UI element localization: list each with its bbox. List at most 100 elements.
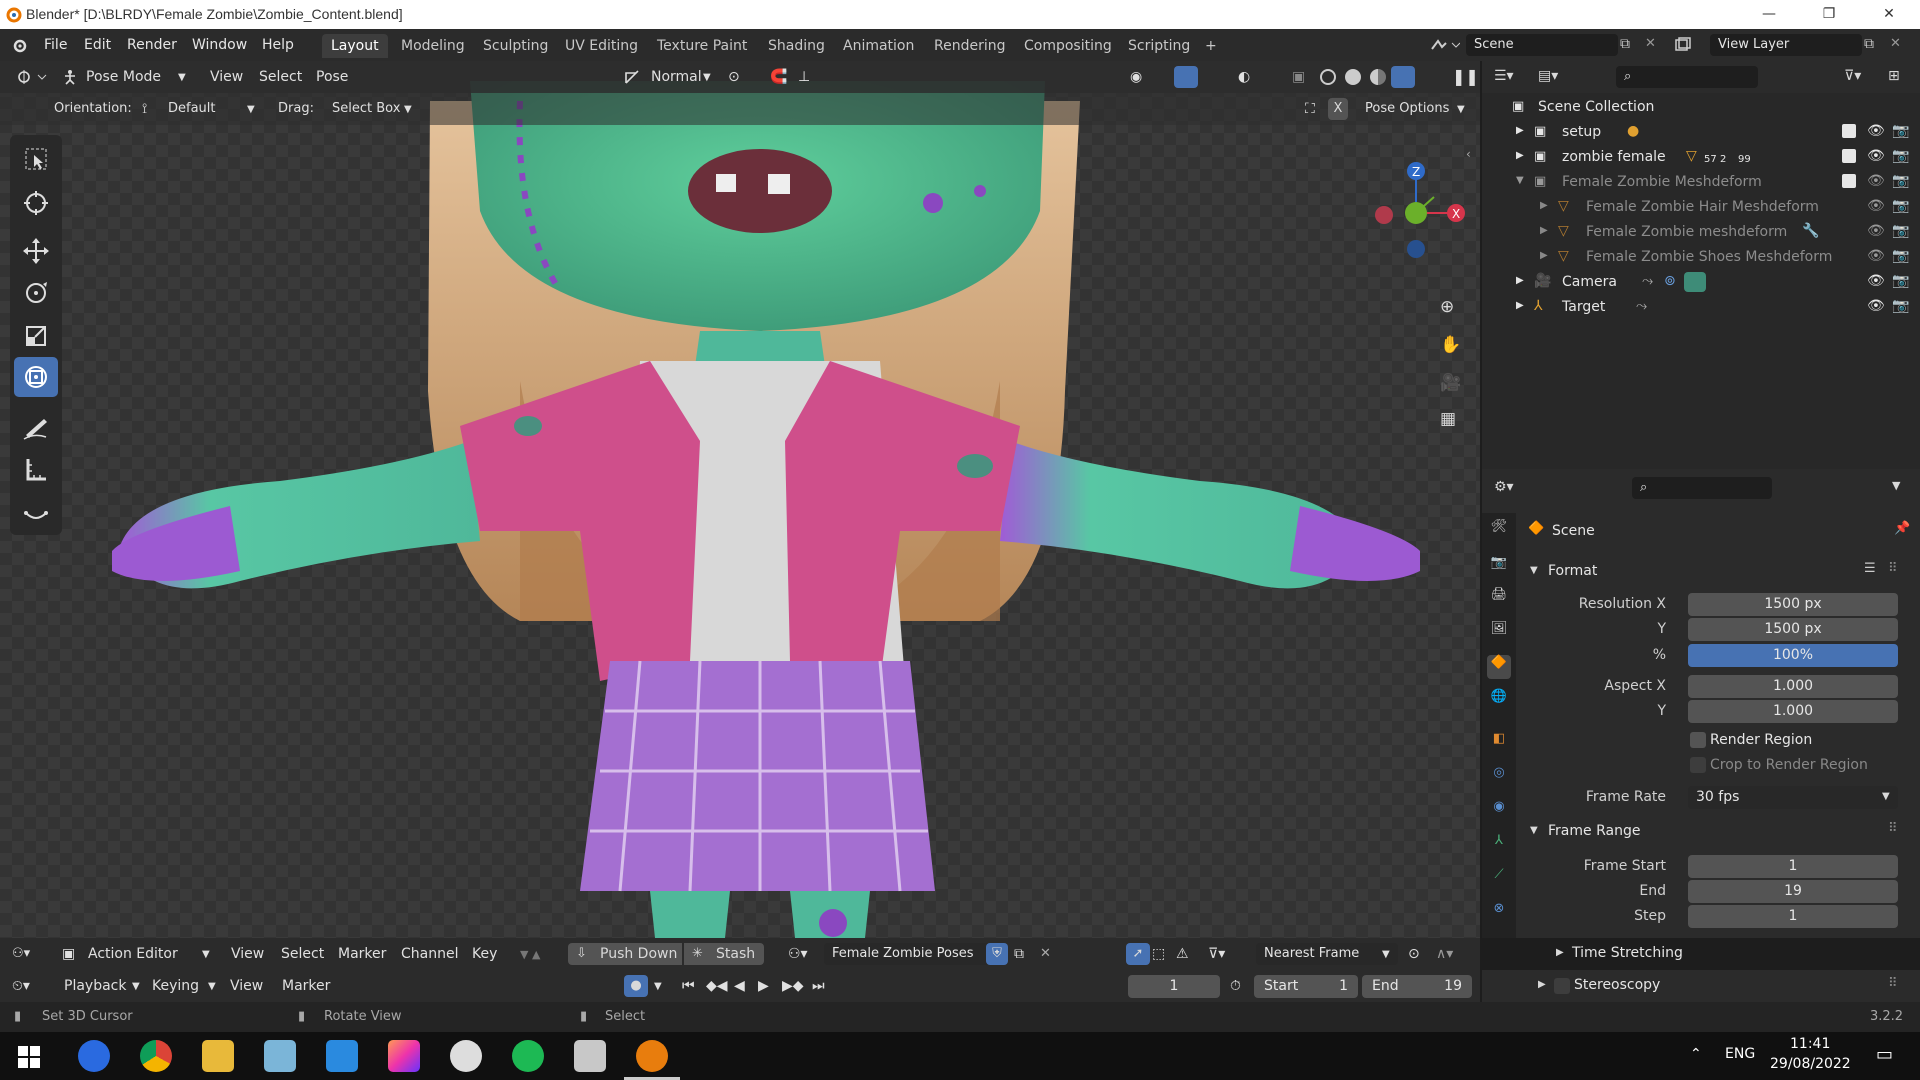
- tray-expand-icon[interactable]: ⌃: [1690, 1046, 1702, 1062]
- world-tab-icon[interactable]: 🌐: [1487, 689, 1511, 713]
- zoom-icon[interactable]: ⊕: [1440, 297, 1454, 317]
- include-checkbox[interactable]: [1842, 124, 1856, 138]
- frame-end-field[interactable]: 19: [1688, 880, 1898, 903]
- windows-start-icon[interactable]: [18, 1046, 40, 1068]
- chrome-icon[interactable]: [140, 1040, 172, 1072]
- format-panel-title[interactable]: Format: [1548, 563, 1597, 579]
- mirror-x-toggle[interactable]: X: [1328, 98, 1348, 120]
- visibility-selector-icon[interactable]: ◉: [1130, 69, 1142, 85]
- play-reverse-icon[interactable]: ◀: [734, 978, 745, 994]
- outliner-row-target[interactable]: ▶ ⅄ Target ⤳ 👁 📷: [1482, 295, 1920, 320]
- end-frame-field[interactable]: End 19: [1362, 975, 1472, 998]
- aspect-x-field[interactable]: 1.000: [1688, 675, 1898, 698]
- auto-keying-chevron-icon[interactable]: ▼: [654, 981, 662, 992]
- frame-start-field[interactable]: 1: [1688, 855, 1898, 878]
- render-tab-icon[interactable]: 📷: [1487, 555, 1511, 579]
- drag-dropdown[interactable]: Select Box: [332, 101, 400, 116]
- object-data-tab-icon[interactable]: ⅄: [1487, 833, 1511, 857]
- pivot-point-icon[interactable]: ⊙: [728, 69, 740, 85]
- solid-shading-icon[interactable]: [1345, 69, 1361, 85]
- properties-search-input[interactable]: ⌕: [1632, 477, 1772, 499]
- outliner-row-zombie-female[interactable]: ▶ ▣ zombie female ▽ 57 2 99 👁 📷: [1482, 145, 1920, 170]
- tab-layout[interactable]: Layout: [322, 34, 388, 58]
- frame-range-collapse-icon[interactable]: ▼: [1530, 825, 1538, 836]
- outliner-row-meshdeform[interactable]: ▶ ▽ Female Zombie meshdeform 🔧 👁 📷: [1482, 220, 1920, 245]
- bone-roll-tool-icon[interactable]: [14, 495, 58, 535]
- eye-icon[interactable]: 👁: [1867, 273, 1885, 289]
- tab-shading[interactable]: Shading: [759, 34, 834, 58]
- modifier-tab-icon[interactable]: ◎: [1487, 765, 1511, 789]
- include-checkbox[interactable]: [1842, 149, 1856, 163]
- select-box-tool-icon[interactable]: [14, 139, 58, 179]
- mirror-icon[interactable]: ⛶: [1305, 101, 1315, 117]
- render-camera-icon[interactable]: 📷: [1892, 273, 1909, 289]
- printer-app-icon[interactable]: [574, 1040, 606, 1072]
- preview-range-stopwatch-icon[interactable]: ⏱: [1230, 978, 1241, 994]
- scene-selector-icon[interactable]: [1430, 37, 1460, 53]
- render-camera-icon[interactable]: 📷: [1892, 198, 1909, 214]
- resolution-x-field[interactable]: 1500 px: [1688, 593, 1898, 616]
- ae-menu-view[interactable]: View: [231, 946, 264, 962]
- pose-options-chevron-icon[interactable]: ▼: [1457, 104, 1465, 115]
- snap-target-icon[interactable]: ⊥: [798, 69, 810, 85]
- eye-icon[interactable]: 👁: [1867, 223, 1885, 239]
- show-hidden-icon[interactable]: ⬚: [1152, 946, 1165, 962]
- frame-range-panel-title[interactable]: Frame Range: [1548, 823, 1640, 839]
- expand-arrow-icon[interactable]: ▶: [1540, 225, 1548, 236]
- expand-arrow-icon[interactable]: ▶: [1540, 200, 1548, 211]
- tab-compositing[interactable]: Compositing: [1015, 34, 1121, 58]
- play-icon[interactable]: ▶: [758, 978, 769, 994]
- spotify-icon[interactable]: [512, 1040, 544, 1072]
- eye-icon[interactable]: 👁: [1867, 248, 1885, 264]
- overlay-toggle-icon[interactable]: ◐: [1238, 69, 1250, 85]
- expand-arrow-icon[interactable]: ▶: [1516, 300, 1524, 311]
- render-region-checkbox[interactable]: [1690, 732, 1706, 748]
- timeline-marker-menu[interactable]: Marker: [282, 978, 330, 994]
- mode-chevron-icon[interactable]: ▼: [178, 72, 186, 83]
- notes-app-icon[interactable]: [264, 1040, 296, 1072]
- snap-chevron-icon[interactable]: ▼: [1382, 949, 1390, 960]
- action-editor-mode-selector[interactable]: Action Editor: [88, 946, 178, 962]
- ae-menu-channel[interactable]: Channel: [401, 946, 458, 962]
- expand-arrow-icon[interactable]: ▶: [1516, 275, 1524, 286]
- tab-animation[interactable]: Animation: [834, 34, 923, 58]
- proportional-edit-icon[interactable]: ⊙: [1408, 946, 1420, 962]
- move-tool-icon[interactable]: [14, 231, 58, 271]
- ae-menu-key[interactable]: Key: [472, 946, 497, 962]
- camera-view-icon[interactable]: 🎥: [1440, 373, 1461, 393]
- new-collection-icon[interactable]: ⊞: [1888, 68, 1900, 84]
- render-camera-icon[interactable]: 📷: [1892, 148, 1909, 164]
- gizmo-toggle-icon[interactable]: [1174, 66, 1198, 88]
- cursor-tool-icon[interactable]: [14, 183, 58, 223]
- view-layer-tab-icon[interactable]: 🖼: [1487, 621, 1511, 645]
- scene-remove-icon[interactable]: ✕: [1645, 36, 1656, 51]
- resolution-y-field[interactable]: 1500 px: [1688, 618, 1898, 641]
- time-stretching-expand-icon[interactable]: ▶: [1556, 947, 1564, 958]
- tab-rendering[interactable]: Rendering: [925, 34, 1015, 58]
- timeline-view-menu[interactable]: View: [230, 978, 263, 994]
- navigation-gizmo[interactable]: Z X: [1360, 137, 1470, 307]
- output-tab-icon[interactable]: 🖨: [1487, 587, 1511, 611]
- outliner-row-female-zombie-meshdeform[interactable]: ▼ ▣ Female Zombie Meshdeform 👁 📷: [1482, 170, 1920, 195]
- only-selected-icon[interactable]: ➚: [1126, 943, 1150, 965]
- view-layer-copy-icon[interactable]: ⧉: [1864, 36, 1874, 52]
- menu-file[interactable]: File: [44, 37, 67, 53]
- vscode-icon[interactable]: [326, 1040, 358, 1072]
- rendered-shading-icon[interactable]: [1391, 66, 1415, 88]
- xray-toggle-icon[interactable]: ▣: [1292, 69, 1305, 85]
- falloff-icon[interactable]: ∧▾: [1436, 946, 1453, 962]
- format-collapse-icon[interactable]: ▼: [1530, 565, 1538, 576]
- render-camera-icon[interactable]: 📷: [1892, 298, 1909, 314]
- outliner-search-input[interactable]: ⌕: [1616, 66, 1758, 88]
- aspect-y-field[interactable]: 1.000: [1688, 700, 1898, 723]
- close-button[interactable]: ✕: [1866, 0, 1912, 29]
- expand-arrow-icon[interactable]: ▶: [1516, 125, 1524, 136]
- mode-selector[interactable]: Pose Mode: [86, 69, 161, 85]
- jump-end-icon[interactable]: ⏭: [812, 978, 825, 994]
- tab-uv-editing[interactable]: UV Editing: [556, 34, 647, 58]
- filter-icon[interactable]: ⊽▾: [1208, 946, 1225, 962]
- drag-handle-icon[interactable]: ⠿: [1888, 561, 1898, 576]
- transform-tool-icon[interactable]: [14, 357, 58, 397]
- frame-step-field[interactable]: 1: [1688, 905, 1898, 928]
- render-camera-icon[interactable]: 📷: [1892, 223, 1909, 239]
